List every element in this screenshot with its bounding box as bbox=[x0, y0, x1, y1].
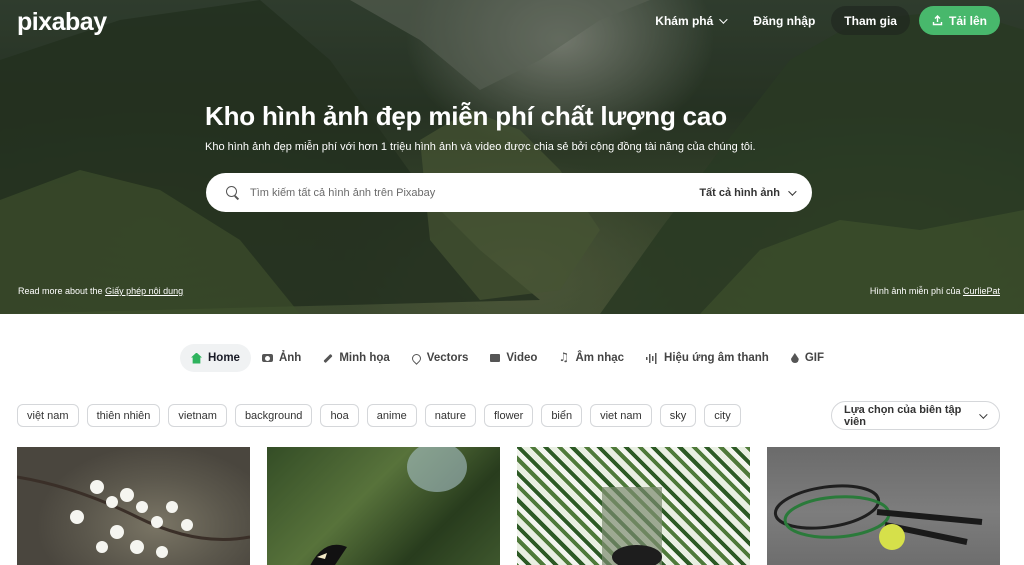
login-link[interactable]: Đăng nhập bbox=[739, 14, 829, 28]
pen-icon bbox=[323, 353, 333, 363]
license-link[interactable]: Giấy phép nội dung bbox=[105, 286, 183, 296]
tab-label: GIF bbox=[804, 352, 825, 364]
tab-label: Âm nhạc bbox=[575, 352, 625, 364]
upload-label: Tải lên bbox=[948, 13, 987, 28]
hero-banner: pixabay Khám phá Đăng nhập Tham gia Tải … bbox=[0, 0, 1024, 314]
tag-chip[interactable]: anime bbox=[366, 404, 417, 427]
chevron-down-icon bbox=[719, 14, 728, 24]
hero-title: Kho hình ảnh đẹp miễn phí chất lượng cao bbox=[205, 101, 727, 131]
gif-icon bbox=[790, 353, 799, 363]
tag-chip[interactable]: vietnam bbox=[168, 404, 227, 427]
tab-label: Minh họa bbox=[339, 352, 390, 364]
upload-icon bbox=[932, 15, 943, 26]
tag-chip[interactable]: thiên nhiên bbox=[86, 404, 161, 427]
pixabay-logo[interactable]: pixabay bbox=[17, 8, 107, 37]
editors-choice-label: Lựa chọn của biên tập viên bbox=[844, 403, 962, 428]
sound-wave-icon bbox=[646, 352, 659, 364]
tag-list: việt nam thiên nhiên vietnam background … bbox=[17, 404, 741, 427]
flower-garden-image bbox=[602, 487, 662, 565]
image-card[interactable] bbox=[517, 447, 750, 565]
join-button[interactable]: Tham gia bbox=[831, 6, 910, 35]
tag-chip[interactable]: biển bbox=[541, 404, 583, 427]
explore-label: Khám phá bbox=[655, 13, 714, 28]
music-icon bbox=[558, 350, 569, 364]
tag-chip[interactable]: city bbox=[704, 404, 741, 427]
upload-button[interactable]: Tải lên bbox=[918, 6, 1000, 35]
hero-overlay bbox=[0, 0, 1024, 314]
explore-menu[interactable]: Khám phá bbox=[641, 14, 739, 28]
tab-sound-effects[interactable]: Hiệu ứng âm thanh bbox=[635, 344, 780, 372]
image-credit-text: Hình ảnh miễn phí của bbox=[869, 286, 961, 296]
tennis-racket-image bbox=[773, 484, 983, 550]
video-icon bbox=[490, 354, 501, 362]
tag-chip[interactable]: hoa bbox=[320, 404, 359, 427]
image-card[interactable] bbox=[767, 447, 1000, 565]
search-filter-label: Tất cả hình ảnh bbox=[699, 186, 780, 199]
hero-subtitle: Kho hình ảnh đẹp miễn phí với hơn 1 triệ… bbox=[205, 141, 756, 153]
search-icon bbox=[226, 185, 240, 200]
tag-chip[interactable]: flower bbox=[483, 404, 534, 427]
license-note-text: Read more about the bbox=[18, 286, 103, 296]
tab-gif[interactable]: GIF bbox=[780, 344, 835, 372]
vector-icon bbox=[409, 351, 423, 365]
image-credit: Hình ảnh miễn phí của CurliePat bbox=[870, 286, 1000, 296]
chevron-down-icon bbox=[788, 186, 797, 196]
chevron-down-icon bbox=[979, 409, 988, 419]
top-nav: Khám phá Đăng nhập Tham gia Tải lên bbox=[641, 6, 1000, 35]
tab-label: Ảnh bbox=[278, 352, 302, 364]
search-input[interactable] bbox=[250, 186, 700, 199]
tab-home[interactable]: Home bbox=[180, 344, 251, 372]
tab-illustrations[interactable]: Minh họa bbox=[312, 344, 400, 372]
author-link[interactable]: CurliePat bbox=[963, 286, 1000, 296]
butterfly-image bbox=[267, 447, 500, 565]
home-icon bbox=[191, 352, 202, 364]
category-tabs: Home Ảnh Minh họa Vectors Video Âm nhạc … bbox=[180, 344, 835, 372]
tab-label: Hiệu ứng âm thanh bbox=[664, 352, 769, 364]
tab-vectors[interactable]: Vectors bbox=[401, 344, 480, 372]
image-card[interactable] bbox=[267, 447, 500, 565]
tab-label: Video bbox=[506, 352, 538, 364]
blossom-image bbox=[17, 475, 250, 558]
tab-photos[interactable]: Ảnh bbox=[251, 344, 312, 372]
tab-video[interactable]: Video bbox=[479, 344, 548, 372]
camera-icon bbox=[261, 354, 273, 362]
search-filter-dropdown[interactable]: Tất cả hình ảnh bbox=[699, 186, 797, 199]
tag-chip[interactable]: việt nam bbox=[17, 404, 79, 427]
tag-chip[interactable]: sky bbox=[659, 404, 697, 427]
tab-label: Home bbox=[208, 352, 240, 364]
tag-chip[interactable]: viet nam bbox=[590, 404, 652, 427]
license-note: Read more about the Giấy phép nội dung bbox=[18, 286, 183, 296]
tag-chip[interactable]: background bbox=[234, 404, 313, 427]
image-card[interactable] bbox=[17, 447, 250, 565]
tag-chip[interactable]: nature bbox=[424, 404, 476, 427]
tab-music[interactable]: Âm nhạc bbox=[548, 344, 635, 372]
tab-label: Vectors bbox=[426, 352, 469, 364]
search-bar: Tất cả hình ảnh bbox=[206, 173, 812, 212]
editors-choice-dropdown[interactable]: Lựa chọn của biên tập viên bbox=[831, 401, 1000, 430]
